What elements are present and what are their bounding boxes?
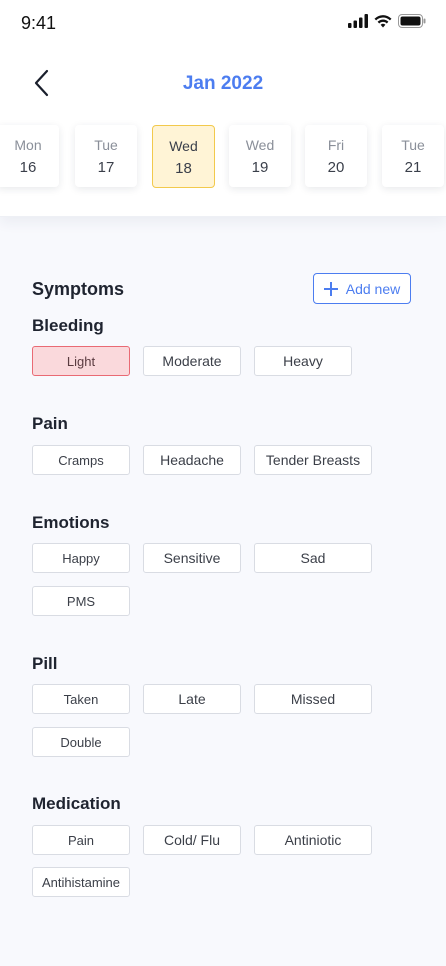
status-time: 9:41 bbox=[21, 13, 57, 33]
date-number: 18 bbox=[175, 160, 192, 177]
chip-medication-cold-flu[interactable]: Cold/ Flu bbox=[143, 825, 241, 855]
date-day: Wed bbox=[169, 138, 198, 154]
medication-title: Medication bbox=[32, 794, 121, 813]
date-day: Fri bbox=[327, 137, 345, 153]
add-new-button[interactable]: Add new bbox=[313, 273, 411, 304]
chip-emotions-sad[interactable]: Sad bbox=[254, 543, 372, 573]
chip-medication-antiniotic[interactable]: Antiniotic bbox=[254, 825, 372, 855]
signal-icon bbox=[348, 14, 368, 28]
date-card-mon-16[interactable]: Mon 16 bbox=[0, 125, 59, 187]
wifi-icon bbox=[374, 15, 392, 28]
chip-bleeding-moderate[interactable]: Moderate bbox=[143, 346, 241, 376]
chip-pill-taken[interactable]: Taken bbox=[32, 684, 130, 714]
battery-icon bbox=[398, 14, 426, 28]
chip-bleeding-heavy[interactable]: Heavy bbox=[254, 346, 352, 376]
symptoms-title: Symptoms bbox=[32, 279, 125, 299]
date-number: 21 bbox=[404, 159, 422, 176]
chip-medication-antihistamine[interactable]: Antihistamine bbox=[32, 867, 130, 897]
date-number: 19 bbox=[251, 159, 269, 176]
plus-icon bbox=[323, 281, 338, 296]
month-title: Jan 2022 bbox=[182, 73, 264, 94]
date-card-fri-20[interactable]: Fri 20 bbox=[305, 125, 367, 187]
date-card-wed-19[interactable]: Wed 19 bbox=[229, 125, 291, 187]
date-number: 16 bbox=[19, 159, 37, 176]
header-panel: 9:41 Jan 2022 Mon 16 Tue 17 Wed 18 Wed 1… bbox=[0, 0, 446, 217]
chip-pill-late[interactable]: Late bbox=[143, 684, 241, 714]
chip-emotions-sensitive[interactable]: Sensitive bbox=[143, 543, 241, 573]
status-icons bbox=[348, 14, 426, 28]
add-new-label: Add new bbox=[345, 280, 401, 297]
date-day: Tue bbox=[94, 137, 118, 153]
pain-title: Pain bbox=[32, 414, 68, 433]
date-number: 17 bbox=[97, 159, 115, 176]
date-day: Mon bbox=[14, 137, 42, 153]
date-card-tue-17[interactable]: Tue 17 bbox=[75, 125, 137, 187]
date-day: Tue bbox=[401, 137, 425, 153]
date-card-wed-18-selected[interactable]: Wed 18 bbox=[152, 125, 215, 188]
chip-medication-pain[interactable]: Pain bbox=[32, 825, 130, 855]
date-day: Wed bbox=[245, 137, 275, 153]
date-number: 20 bbox=[327, 159, 345, 176]
chip-emotions-pms[interactable]: PMS bbox=[32, 586, 130, 616]
emotions-title: Emotions bbox=[32, 513, 110, 532]
chip-pain-headache[interactable]: Headache bbox=[143, 445, 241, 475]
chip-emotions-happy[interactable]: Happy bbox=[32, 543, 130, 573]
chip-bleeding-light[interactable]: Light bbox=[32, 346, 130, 376]
chip-pain-tender-breasts[interactable]: Tender Breasts bbox=[254, 445, 372, 475]
bleeding-title: Bleeding bbox=[32, 316, 104, 335]
chip-pain-cramps[interactable]: Cramps bbox=[32, 445, 130, 475]
pill-title: Pill bbox=[32, 654, 58, 673]
chip-pill-missed[interactable]: Missed bbox=[254, 684, 372, 714]
chip-pill-double[interactable]: Double bbox=[32, 727, 130, 757]
screen: 9:41 Jan 2022 Mon 16 Tue 17 Wed 18 Wed 1… bbox=[0, 0, 446, 966]
status-bar: 9:41 bbox=[0, 0, 446, 46]
date-card-tue-21[interactable]: Tue 21 bbox=[382, 125, 444, 187]
